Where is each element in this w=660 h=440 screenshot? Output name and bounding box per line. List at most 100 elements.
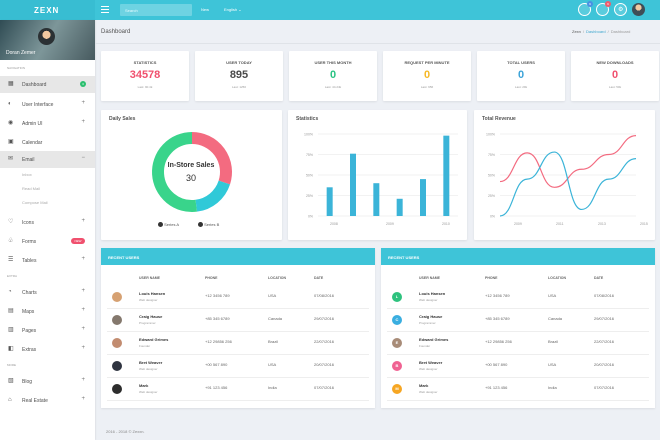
column-user-name: USER NAME [139, 276, 161, 280]
profile-name[interactable]: Doran Zemer [6, 50, 35, 56]
sidebar: Doran Zemer NAVIGATION ▦ Dashboard 3 ◐ User… [0, 20, 95, 440]
sidebar-subitem-inbox[interactable]: Inbox [22, 172, 32, 177]
total-revenue-card: Total Revenue 0% 25% 50% 75% 100% 2009 2011 201… [474, 110, 655, 240]
sidebar-item-icons[interactable]: ♡ Icons + [0, 214, 95, 231]
stat-card-request-per-minute: REQUEST PER MINUTE 0 Last: 956 [383, 51, 471, 101]
stat-label: NEW DOWNLOADS [596, 60, 634, 65]
messages-badge: 9 [605, 1, 611, 7]
stat-label: USER THIS MONTH [314, 60, 352, 65]
sidebar-item-real-estate[interactable]: ⌂ Real Estate + [0, 392, 95, 409]
table-row[interactable]: Mark Web designer +91 123 456 India 07/07/20… [107, 379, 369, 401]
y-tick-label: 25% [306, 194, 313, 198]
legend-dot-icon [198, 222, 203, 228]
x-tick-label: 2015 [640, 222, 648, 226]
notifications-badge: 9 [587, 1, 593, 7]
stat-last: Last: 1250 [231, 85, 246, 89]
statistics-card: Statistics 0% 25% 50% 75% 100% 2008 2009 2010 [288, 110, 467, 240]
footer-text: 2016 - 2018 © Zexxn. [106, 429, 145, 434]
forms-icon: ♧ [8, 238, 14, 244]
table-row[interactable]: B Bret Weaver Web designer +00 567 890 USA 20… [387, 356, 649, 378]
expand-icon[interactable]: + [81, 326, 85, 332]
avatar [112, 315, 122, 325]
settings-button[interactable]: ⚙ [614, 3, 627, 16]
expand-icon[interactable]: + [81, 377, 85, 383]
profile-avatar[interactable] [38, 28, 55, 45]
new-menu-link[interactable]: New [201, 7, 209, 12]
admin-icon: ◉ [8, 120, 14, 126]
stat-value: 895 [229, 69, 249, 81]
brand-logo[interactable]: ZEXN [0, 0, 95, 20]
sidebar-item-calendar[interactable]: ▣ Calendar [0, 134, 95, 151]
table-row[interactable]: E Edward Grimes Founder +12 29856 256 Brazil… [387, 333, 649, 355]
breadcrumb-link[interactable]: Dashboard [586, 29, 606, 34]
bar [373, 183, 380, 216]
table-row[interactable]: Edward Grimes Founder +12 29856 256 Brazil 2… [107, 333, 369, 355]
recent-users-card-right: RECENT USERS USER NAME PHONE LOCATION DA… [381, 248, 655, 408]
sidebar-item-maps[interactable]: ▤ Maps + [0, 303, 95, 320]
sidebar-item-charts[interactable]: ◔ Charts + [0, 284, 95, 301]
table-row[interactable]: L Louis Hansen Web designer +12 3456 789 USA… [387, 287, 649, 309]
sidebar-subitem-read-mail[interactable]: Read Mail [22, 186, 40, 191]
user-avatar[interactable] [632, 3, 645, 16]
y-tick-label: 25% [488, 194, 495, 198]
sidebar-item-pages[interactable]: ▥ Pages + [0, 322, 95, 339]
expand-icon[interactable]: + [81, 396, 85, 402]
column-user-name: USER NAME [419, 276, 441, 280]
avatar: E [392, 338, 402, 348]
column-date: DATE [594, 276, 604, 280]
sidebar-item-extras[interactable]: ◧ Extras + [0, 341, 95, 358]
user-interface-icon: ◐ [8, 101, 12, 107]
column-phone: PHONE [485, 276, 498, 280]
blog-icon: ▧ [8, 378, 14, 384]
y-tick-label: 50% [488, 174, 495, 178]
table-row[interactable]: Craig Hause Programmer +85 345 6789 Canada 2… [107, 310, 369, 332]
avatar [112, 384, 122, 394]
expand-icon[interactable]: + [81, 256, 85, 262]
bar [396, 198, 403, 216]
more-section-label: MORE [7, 363, 16, 367]
sidebar-item-tables[interactable]: ☰ Tables + [0, 252, 95, 269]
dashboard-icon: ▦ [8, 81, 14, 87]
table-row[interactable]: Louis Hansen Web designer +12 3456 789 USA 0… [107, 287, 369, 309]
calendar-icon: ▣ [8, 139, 14, 145]
column-location: LOCATION [268, 276, 287, 280]
statistics-bar-chart: 0% 25% 50% 75% 100% 2008 2009 2010 [304, 133, 458, 226]
stat-last: Last: 50k [608, 85, 622, 89]
expand-icon[interactable]: + [81, 288, 85, 294]
stat-last: Last: 44.24k [324, 85, 342, 89]
y-tick-label: 100% [304, 133, 313, 137]
breadcrumb-home[interactable]: Zexn [572, 29, 581, 34]
expand-icon[interactable]: + [81, 100, 85, 106]
expand-icon[interactable]: + [81, 345, 85, 351]
search-input[interactable]: Search [120, 4, 192, 16]
sidebar-item-user-interface[interactable]: ◐ User Interface + [0, 96, 95, 113]
daily-sales-center-label: In-Store Sales [167, 162, 215, 169]
donut-slice [195, 180, 231, 212]
sidebar-item-forms[interactable]: ♧ Forms NEW [0, 233, 95, 250]
table-row[interactable]: M Mark Web designer +91 123 456 India 07/07/2… [387, 379, 649, 401]
collapse-icon[interactable]: − [81, 155, 85, 161]
stat-last: Last: 90.4k [137, 85, 153, 89]
sidebar-item-dashboard[interactable]: ▦ Dashboard 3 [0, 76, 95, 93]
sidebar-subitem-compose-mail[interactable]: Compose Mail [22, 200, 48, 205]
x-tick-label: 2009 [514, 222, 522, 226]
hamburger-menu-icon[interactable] [101, 6, 109, 13]
donut-slice [152, 132, 198, 212]
expand-icon[interactable]: + [81, 307, 85, 313]
x-tick-label: 2008 [330, 222, 338, 226]
notifications-button[interactable]: 9 [578, 1, 593, 16]
table-row[interactable]: C Craig Hause Programmer +85 345 6789 Canada… [387, 310, 649, 332]
language-menu-link[interactable]: English ⌄ [224, 7, 242, 12]
column-date: DATE [314, 276, 324, 280]
table-row[interactable]: Bret Weaver Web designer +00 567 890 USA 20/… [107, 356, 369, 378]
recent-users-title: RECENT USERS [101, 248, 375, 265]
expand-icon[interactable]: + [81, 119, 85, 125]
daily-sales-center-value: 30 [185, 173, 196, 183]
sidebar-item-admin-ui[interactable]: ◉ Admin UI + [0, 115, 95, 132]
stat-label: REQUEST PER MINUTE [404, 60, 450, 65]
messages-button[interactable]: 9 [596, 1, 611, 16]
sidebar-item-email[interactable]: ✉ Email − [0, 151, 95, 168]
total-revenue-line-chart: 0% 25% 50% 75% 100% 2009 2011 2013 2015 [486, 133, 648, 227]
sidebar-item-blog[interactable]: ▧ Blog + [0, 373, 95, 390]
expand-icon[interactable]: + [81, 218, 85, 224]
